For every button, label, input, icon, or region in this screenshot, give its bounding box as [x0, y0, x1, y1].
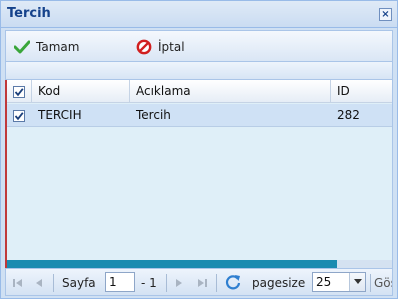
last-page-icon[interactable]: [196, 274, 208, 292]
cell-aciklama: Tercih: [136, 108, 171, 122]
scrollbar-thumb[interactable]: [7, 260, 337, 268]
separator: [216, 274, 217, 292]
page-label: Sayfa: [62, 276, 96, 290]
checkmark-icon: [14, 40, 30, 54]
page-number-input[interactable]: 1: [105, 272, 135, 292]
column-header-aciklama[interactable]: Acıklama: [130, 80, 331, 103]
cell-kod: TERCIH: [38, 108, 82, 122]
ok-button-label: Tamam: [36, 40, 80, 54]
first-page-icon[interactable]: [12, 274, 24, 292]
cancel-button[interactable]: İptal: [136, 38, 185, 56]
tercih-dialog: Tercih × Tamam İptal Kod Acıklama ID TER…: [0, 0, 398, 299]
horizontal-scrollbar[interactable]: [7, 260, 392, 268]
pagesize-value: 25: [316, 275, 332, 289]
cancel-button-label: İptal: [158, 40, 185, 54]
separator: [53, 274, 54, 292]
filter-bar: [5, 61, 393, 80]
select-all-checkbox[interactable]: [13, 86, 25, 98]
column-header-kod[interactable]: Kod: [32, 80, 130, 103]
data-grid: Kod Acıklama ID TERCIH Tercih 282: [5, 80, 393, 268]
row-checkbox[interactable]: [13, 110, 25, 122]
chevron-down-icon[interactable]: [349, 273, 365, 291]
separator: [166, 274, 167, 292]
column-header-id[interactable]: ID: [331, 80, 392, 103]
close-icon[interactable]: ×: [379, 8, 392, 21]
select-all-cell: [7, 80, 32, 103]
paging-toolbar: Sayfa 1 - 1 pagesize 25 Gös: [5, 268, 393, 296]
checkmark-icon: [14, 112, 24, 121]
title-bar[interactable]: Tercih ×: [1, 1, 397, 28]
row-checkbox-cell: [7, 104, 32, 127]
dialog-title: Tercih: [7, 6, 51, 21]
checkmark-icon: [14, 88, 24, 97]
page-total: - 1: [141, 276, 157, 290]
toolbar: Tamam İptal: [5, 30, 393, 61]
refresh-icon[interactable]: [224, 273, 242, 291]
pagesize-label: pagesize: [252, 276, 306, 290]
table-row[interactable]: TERCIH Tercih 282: [7, 104, 392, 127]
previous-page-icon[interactable]: [34, 274, 44, 292]
separator: [370, 274, 371, 292]
show-label: Gös: [374, 276, 392, 290]
grid-header: Kod Acıklama ID: [7, 80, 392, 103]
pagesize-select[interactable]: 25: [312, 272, 366, 292]
next-page-icon[interactable]: [174, 274, 184, 292]
cell-id: 282: [337, 108, 360, 122]
ok-button[interactable]: Tamam: [14, 38, 79, 56]
forbidden-icon: [136, 39, 152, 55]
